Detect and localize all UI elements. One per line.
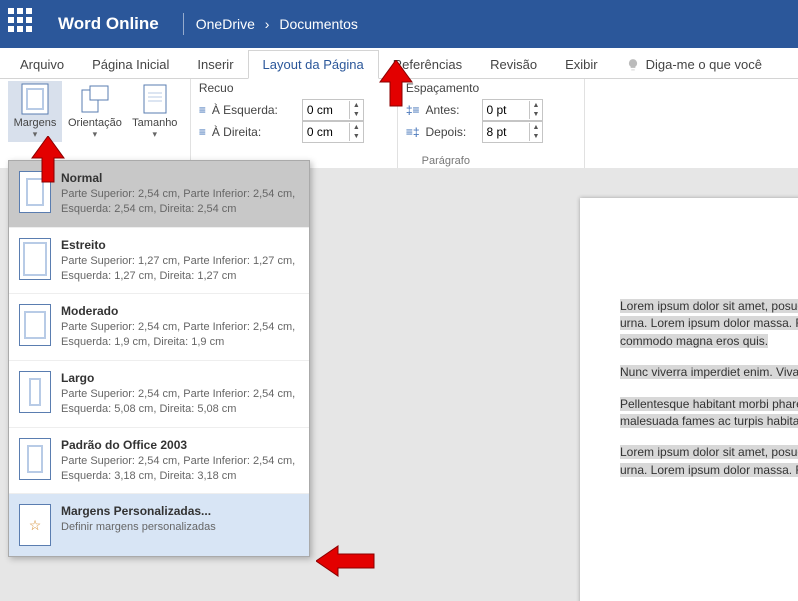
- lightbulb-icon: [626, 58, 640, 72]
- spinner-up[interactable]: ▲: [350, 123, 363, 132]
- margins-option-thumb: [19, 238, 51, 280]
- indent-left-label: À Esquerda:: [212, 103, 296, 117]
- indent-left-value[interactable]: [303, 103, 349, 117]
- indent-right-value[interactable]: [303, 125, 349, 139]
- orientation-button[interactable]: Orientação ▾: [64, 81, 126, 142]
- title-bar: Word Online OneDrive › Documentos: [0, 0, 798, 48]
- spinner-down[interactable]: ▼: [530, 110, 543, 119]
- margins-option-desc: Parte Superior: 1,27 cm, Parte Inferior:…: [61, 254, 299, 284]
- margins-option-desc: Parte Superior: 2,54 cm, Parte Inferior:…: [61, 320, 299, 350]
- spacing-after-input[interactable]: ▲▼: [482, 121, 544, 143]
- spinner-up[interactable]: ▲: [350, 101, 363, 110]
- annotation-arrow: [316, 544, 376, 578]
- indent-right-icon: ≡: [199, 125, 206, 139]
- chevron-down-icon: ▾: [93, 129, 98, 140]
- size-icon: [139, 83, 171, 115]
- spacing-after-label: Depois:: [426, 125, 476, 139]
- doc-paragraph[interactable]: Lorem ipsum dolor sit amet, posuere, mag…: [620, 299, 798, 348]
- app-title: Word Online: [58, 14, 159, 34]
- margins-dropdown: Normal Parte Superior: 2,54 cm, Parte Inf…: [8, 160, 310, 557]
- margins-option-thumb: [19, 438, 51, 480]
- tab-revisao[interactable]: Revisão: [476, 51, 551, 78]
- spinner-down[interactable]: ▼: [530, 132, 543, 141]
- indent-left-icon: ≡: [199, 103, 206, 117]
- app-launcher-icon[interactable]: [8, 8, 40, 40]
- margins-option-desc: Parte Superior: 2,54 cm, Parte Inferior:…: [61, 454, 299, 484]
- margins-icon: [19, 83, 51, 115]
- size-button[interactable]: Tamanho ▾: [128, 81, 182, 142]
- breadcrumb-root[interactable]: OneDrive: [196, 16, 255, 32]
- breadcrumb-separator: ›: [265, 16, 270, 32]
- doc-paragraph[interactable]: Lorem ipsum dolor sit amet, posuere, mag…: [620, 445, 798, 476]
- margins-option-title: Moderado: [61, 304, 299, 318]
- margins-option-title: Estreito: [61, 238, 299, 252]
- margins-option[interactable]: ☆ Margens Personalizadas... Definir margen…: [9, 494, 309, 556]
- tell-me-placeholder: Diga-me o que você: [646, 57, 762, 72]
- annotation-arrow: [376, 60, 416, 108]
- indent-right-label: À Direita:: [212, 125, 296, 139]
- margins-option-desc: Definir margens personalizadas: [61, 520, 299, 535]
- indent-left-input[interactable]: ▲▼: [302, 99, 364, 121]
- indent-heading: Recuo: [199, 81, 389, 95]
- indent-right-input[interactable]: ▲▼: [302, 121, 364, 143]
- margins-option-title: Normal: [61, 171, 299, 185]
- divider: [183, 13, 184, 35]
- margins-option-desc: Parte Superior: 2,54 cm, Parte Inferior:…: [61, 387, 299, 417]
- margins-option-title: Padrão do Office 2003: [61, 438, 299, 452]
- margins-option-thumb: [19, 304, 51, 346]
- tell-me-search[interactable]: Diga-me o que você: [612, 51, 776, 78]
- margins-option-thumb: [19, 371, 51, 413]
- margins-option[interactable]: Estreito Parte Superior: 1,27 cm, Parte I…: [9, 228, 309, 295]
- star-icon: ☆: [20, 505, 50, 545]
- tab-layout-da-pagina[interactable]: Layout da Página: [248, 50, 379, 79]
- orientation-label: Orientação: [68, 117, 122, 129]
- spacing-before-value[interactable]: [483, 103, 529, 117]
- spinner-up[interactable]: ▲: [530, 123, 543, 132]
- spacing-before-label: Antes:: [426, 103, 476, 117]
- spinner-up[interactable]: ▲: [530, 101, 543, 110]
- breadcrumb-item[interactable]: Documentos: [279, 16, 358, 32]
- margins-option[interactable]: Padrão do Office 2003 Parte Superior: 2,5…: [9, 428, 309, 495]
- margins-option-title: Margens Personalizadas...: [61, 504, 299, 518]
- spinner-down[interactable]: ▼: [350, 132, 363, 141]
- spacing-after-value[interactable]: [483, 125, 529, 139]
- tab-inserir[interactable]: Inserir: [183, 51, 247, 78]
- margins-label: Margens: [14, 117, 57, 129]
- breadcrumb[interactable]: OneDrive › Documentos: [196, 16, 358, 32]
- tab-exibir[interactable]: Exibir: [551, 51, 612, 78]
- spacing-heading: Espaçamento: [406, 81, 576, 95]
- group-spacing: Espaçamento ‡≡ Antes: ▲▼ ≡‡ Depois: ▲▼ P…: [398, 79, 585, 169]
- tab-pagina-inicial[interactable]: Página Inicial: [78, 51, 183, 78]
- margins-option-title: Largo: [61, 371, 299, 385]
- doc-paragraph[interactable]: Nunc viverra imperdiet enim. Vivamus a t…: [620, 365, 798, 379]
- doc-paragraph[interactable]: Pellentesque habitant morbi pharetra non…: [620, 397, 798, 428]
- margins-option[interactable]: Largo Parte Superior: 2,54 cm, Parte Infe…: [9, 361, 309, 428]
- tab-arquivo[interactable]: Arquivo: [6, 51, 78, 78]
- annotation-arrow: [28, 136, 68, 184]
- orientation-icon: [79, 83, 111, 115]
- spacing-before-input[interactable]: ▲▼: [482, 99, 544, 121]
- size-label: Tamanho: [132, 117, 177, 129]
- spinner-down[interactable]: ▼: [350, 110, 363, 119]
- margins-option[interactable]: Moderado Parte Superior: 2,54 cm, Parte I…: [9, 294, 309, 361]
- document-page[interactable]: Lorem ipsum dolor sit amet, posuere, mag…: [580, 198, 798, 601]
- margins-option-desc: Parte Superior: 2,54 cm, Parte Inferior:…: [61, 187, 299, 217]
- margins-button[interactable]: Margens ▾: [8, 81, 62, 142]
- margins-option-thumb: ☆: [19, 504, 51, 546]
- chevron-down-icon: ▾: [153, 129, 158, 140]
- spacing-after-icon: ≡‡: [406, 125, 420, 139]
